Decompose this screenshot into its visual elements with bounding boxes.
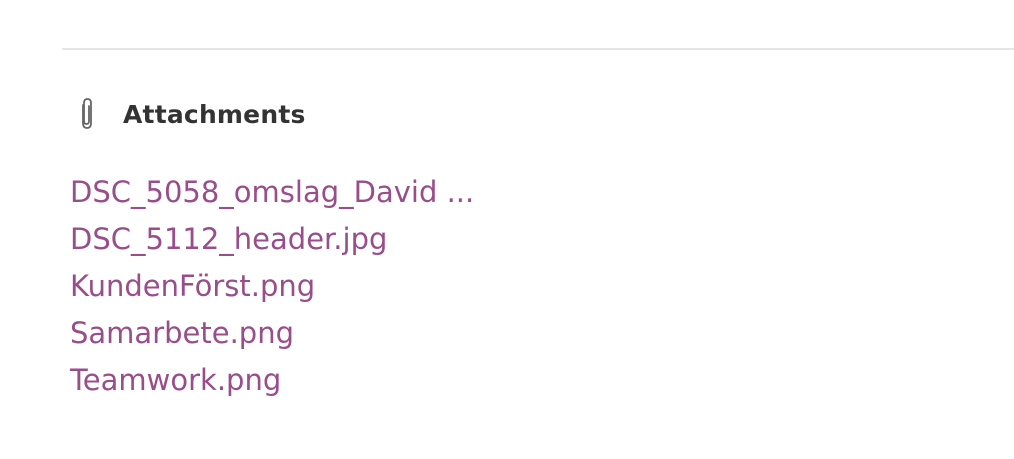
list-item: KundenFörst.png: [70, 264, 474, 311]
section-divider: [62, 48, 1014, 50]
section-title: Attachments: [123, 99, 306, 129]
list-item: Samarbete.png: [70, 311, 474, 358]
attachment-link[interactable]: Teamwork.png: [70, 363, 281, 397]
attachment-link[interactable]: DSC_5112_header.jpg: [70, 222, 387, 256]
list-item: Teamwork.png: [70, 358, 474, 405]
attachment-link[interactable]: Samarbete.png: [70, 316, 294, 350]
attachment-link[interactable]: DSC_5058_omslag_David ...: [70, 175, 474, 209]
list-item: DSC_5112_header.jpg: [70, 217, 474, 264]
attachments-header: Attachments: [76, 94, 306, 134]
list-item: DSC_5058_omslag_David ...: [70, 170, 474, 217]
paperclip-icon: [76, 96, 98, 132]
attachment-list: DSC_5058_omslag_David ... DSC_5112_heade…: [70, 170, 474, 405]
attachment-link[interactable]: KundenFörst.png: [70, 269, 315, 303]
